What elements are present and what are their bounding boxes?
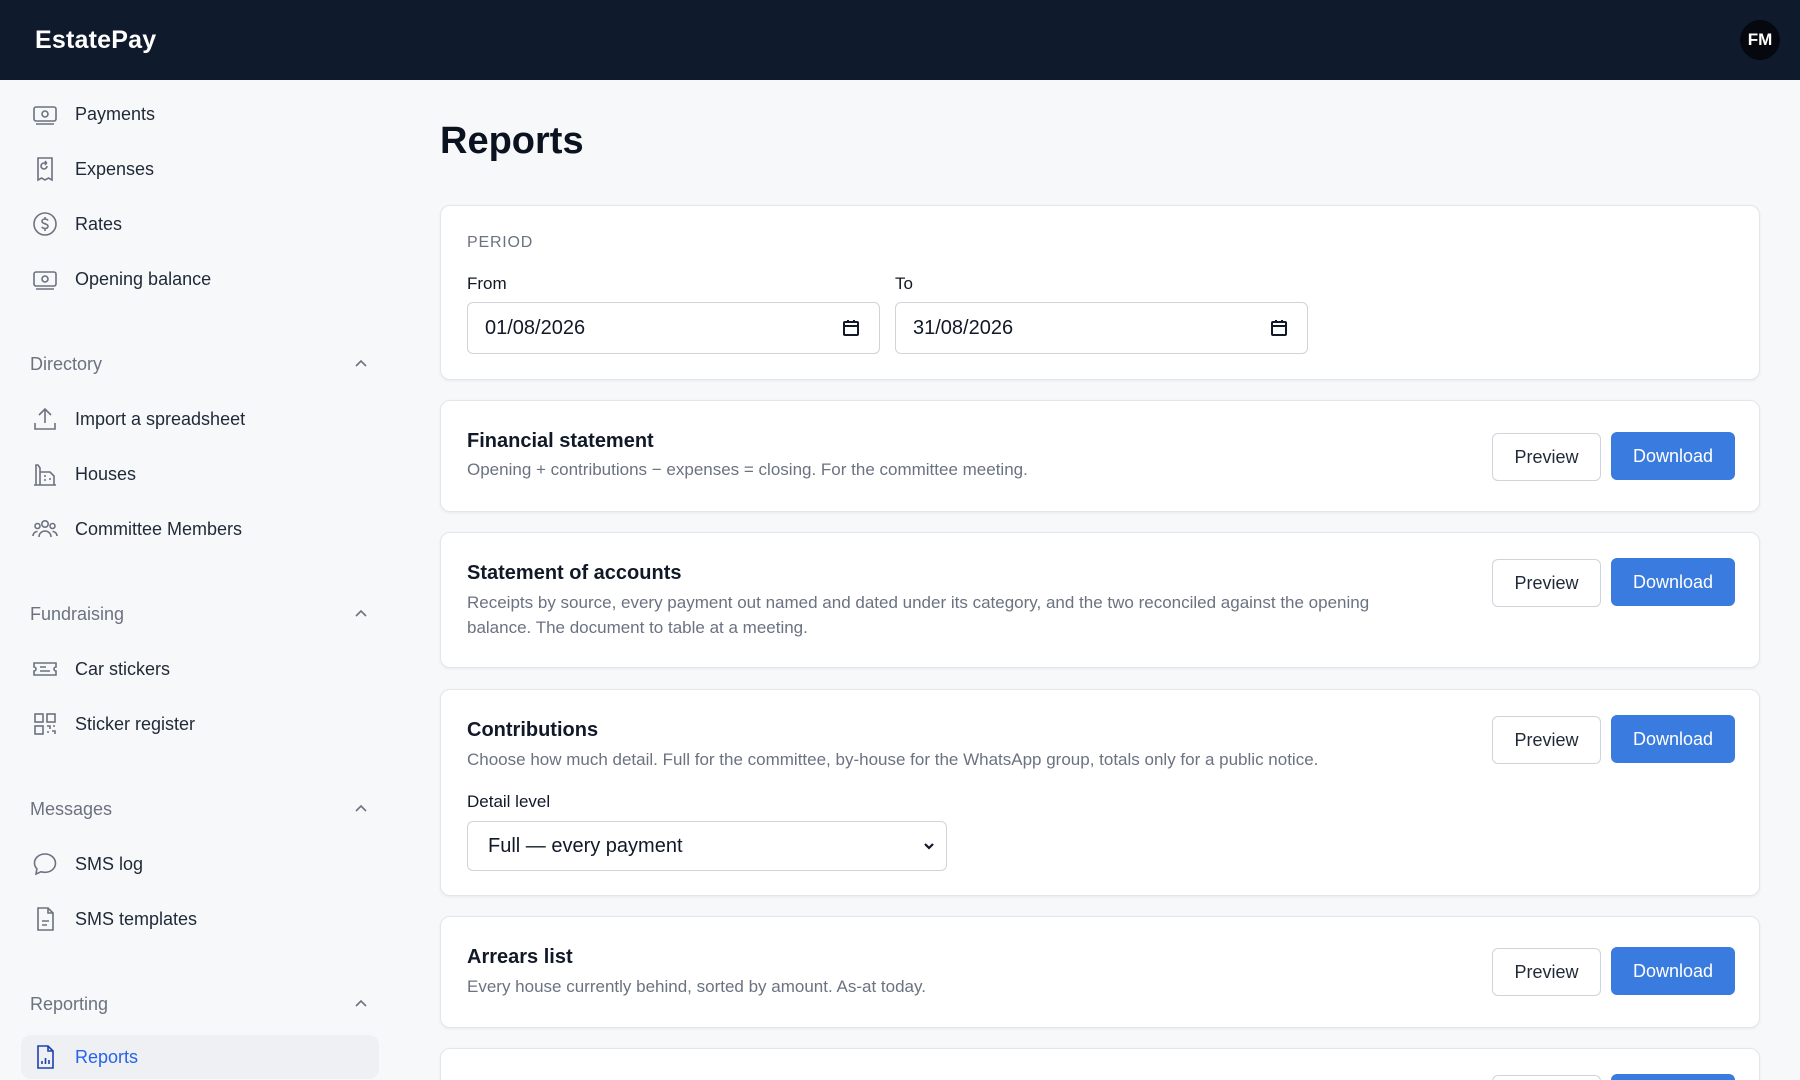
sidebar-item-reports[interactable]: Reports <box>21 1035 379 1079</box>
to-date-value: 31/08/2026 <box>913 316 1014 339</box>
sidebar-item-opening-balance[interactable]: Opening balance <box>21 257 379 301</box>
report-card-partial: Preview Download <box>440 1048 1760 1080</box>
calendar-icon[interactable] <box>841 318 861 338</box>
section-toggle-reporting[interactable]: Reporting <box>30 989 370 1019</box>
preview-button[interactable]: Preview <box>1492 716 1601 764</box>
sidebar-item-expenses[interactable]: Expenses <box>21 147 379 191</box>
sidebar-item-label: Committee Members <box>75 518 243 539</box>
preview-button[interactable]: Preview <box>1492 948 1601 996</box>
user-avatar[interactable]: FM <box>1740 20 1780 60</box>
sidebar-item-label: SMS templates <box>75 908 198 929</box>
chevron-up-icon <box>355 804 367 812</box>
sidebar-item-label: Reports <box>75 1046 139 1067</box>
download-button[interactable]: Download <box>1611 558 1735 606</box>
chevron-up-icon <box>355 359 367 367</box>
report-card-statement-of-accounts: Statement of accounts Receipts by source… <box>440 532 1760 668</box>
section-label: Directory <box>30 353 103 374</box>
building-icon <box>30 459 60 489</box>
section-label: Reporting <box>30 993 109 1014</box>
dollar-circle-icon <box>30 209 60 239</box>
sidebar-item-payments[interactable]: Payments <box>21 92 379 136</box>
ticket-icon <box>30 654 60 684</box>
sidebar-item-label: Car stickers <box>75 658 171 679</box>
detail-level-label: Detail level <box>467 792 551 811</box>
report-description-line: balance. The document to table at a meet… <box>467 618 808 637</box>
detail-level-value: Full — every payment <box>488 834 683 857</box>
report-title: Arrears list <box>467 946 573 968</box>
sidebar-item-car-stickers[interactable]: Car stickers <box>21 647 379 691</box>
chevron-up-icon <box>355 609 367 617</box>
upload-icon <box>30 404 60 434</box>
sidebar-item-sticker-register[interactable]: Sticker register <box>21 702 379 746</box>
detail-level-select[interactable]: Full — every payment <box>467 821 947 871</box>
preview-button[interactable]: Preview <box>1492 433 1601 481</box>
report-title: Statement of accounts <box>467 562 682 584</box>
sidebar-item-label: Expenses <box>75 158 155 179</box>
page-title: Reports <box>440 120 584 162</box>
calendar-icon[interactable] <box>1269 318 1289 338</box>
report-description: Every house currently behind, sorted by … <box>467 977 926 996</box>
section-label: Fundraising <box>30 603 125 624</box>
sidebar-item-rates[interactable]: Rates <box>21 202 379 246</box>
from-label: From <box>467 274 507 293</box>
report-title: Financial statement <box>467 430 654 452</box>
download-button[interactable]: Download <box>1611 1074 1735 1080</box>
chevron-down-icon <box>924 843 934 850</box>
sidebar-item-label: Sticker register <box>75 713 196 734</box>
sidebar-item-houses[interactable]: Houses <box>21 452 379 496</box>
section-toggle-directory[interactable]: Directory <box>30 349 370 379</box>
sidebar-item-label: Houses <box>75 463 137 484</box>
sidebar-item-label: Opening balance <box>75 268 212 289</box>
sidebar-item-committee-members[interactable]: Committee Members <box>21 507 379 551</box>
report-card-financial-statement: Financial statement Opening + contributi… <box>440 400 1760 512</box>
from-date-input[interactable]: 01/08/2026 <box>467 302 880 354</box>
sidebar: Payments Expenses Rates Opening balance … <box>0 80 390 1080</box>
sidebar-item-label: Payments <box>75 103 156 124</box>
section-toggle-messages[interactable]: Messages <box>30 794 370 824</box>
report-description-line: Receipts by source, every payment out na… <box>467 593 1370 612</box>
users-icon <box>30 514 60 544</box>
download-button[interactable]: Download <box>1611 947 1735 995</box>
document-icon <box>30 904 60 934</box>
section-label: Messages <box>30 798 113 819</box>
preview-button[interactable]: Preview <box>1492 559 1601 607</box>
report-card-contributions: Contributions Choose how much detail. Fu… <box>440 689 1760 896</box>
sidebar-item-label: Rates <box>75 213 123 234</box>
period-heading: PERIOD <box>467 234 534 251</box>
chat-bubble-icon <box>30 849 60 879</box>
download-button[interactable]: Download <box>1611 715 1735 763</box>
report-description: Opening + contributions − expenses = clo… <box>467 460 1028 479</box>
report-title: Contributions <box>467 719 599 741</box>
section-toggle-fundraising[interactable]: Fundraising <box>30 599 370 629</box>
download-button[interactable]: Download <box>1611 432 1735 480</box>
preview-button[interactable]: Preview <box>1492 1075 1601 1080</box>
banknote-icon <box>30 264 60 294</box>
from-date-value: 01/08/2026 <box>485 316 586 339</box>
sidebar-item-sms-templates[interactable]: SMS templates <box>21 897 379 941</box>
period-card: PERIOD From 01/08/2026 To 31/08/2026 <box>440 205 1760 380</box>
sidebar-item-sms-log[interactable]: SMS log <box>21 842 379 886</box>
main-content: Reports PERIOD From 01/08/2026 To 31/08/… <box>440 80 1760 1080</box>
brand-logo[interactable]: EstatePay <box>35 26 156 55</box>
to-date-input[interactable]: 31/08/2026 <box>895 302 1308 354</box>
to-label: To <box>895 274 913 293</box>
top-bar: EstatePay FM <box>0 0 1800 80</box>
chevron-up-icon <box>355 999 367 1007</box>
qr-code-icon <box>30 709 60 739</box>
report-icon <box>30 1042 60 1072</box>
report-card-arrears-list: Arrears list Every house currently behin… <box>440 916 1760 1028</box>
banknote-icon <box>30 99 60 129</box>
sidebar-item-label: Import a spreadsheet <box>75 408 246 429</box>
receipt-icon <box>30 154 60 184</box>
sidebar-item-import-spreadsheet[interactable]: Import a spreadsheet <box>21 397 379 441</box>
report-description: Choose how much detail. Full for the com… <box>467 750 1319 769</box>
sidebar-item-label: SMS log <box>75 853 144 874</box>
